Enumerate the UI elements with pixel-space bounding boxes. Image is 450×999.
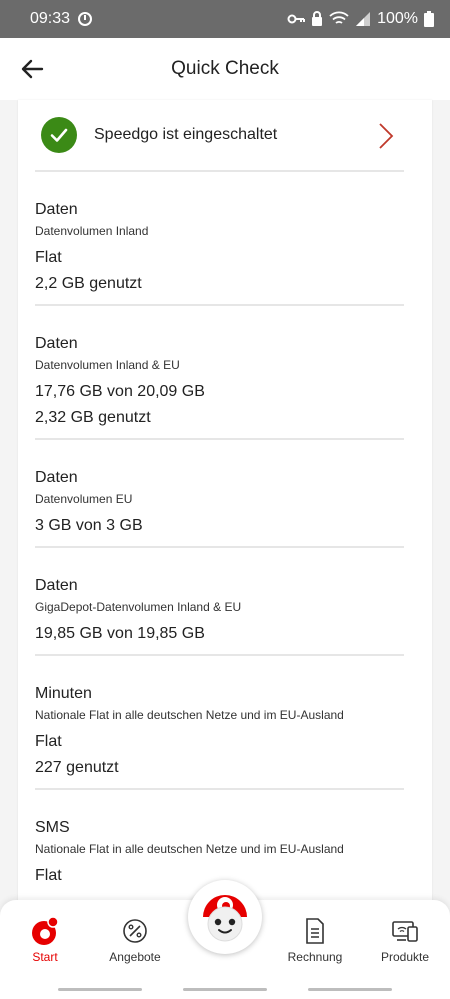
check-icon (41, 117, 77, 153)
speedgo-label: Speedgo ist eingeschaltet (94, 126, 278, 143)
nav-rechnung-label: Rechnung (287, 950, 343, 964)
item-value: 17,76 GB von 20,09 GB (35, 383, 205, 400)
item-title: Daten (35, 577, 78, 594)
speedgo-row[interactable]: Speedgo ist eingeschaltet (35, 100, 404, 172)
system-nav-bar (0, 980, 450, 999)
item-title: Daten (35, 469, 78, 486)
system-nav-handle (308, 988, 392, 991)
item-value: 19,85 GB von 19,85 GB (35, 625, 205, 642)
wifi-icon (329, 11, 349, 24)
item-title: Daten (35, 201, 78, 218)
key-icon (287, 14, 306, 24)
system-nav-handle (183, 988, 267, 991)
list-item: Daten Datenvolumen EU 3 GB von 3 GB (35, 440, 404, 548)
status-bar: 09:33 100% (0, 0, 450, 38)
item-subtitle: Datenvolumen Inland (35, 224, 149, 238)
tobi-icon (203, 895, 247, 942)
nav-start-label: Start (32, 950, 58, 964)
battery-text: 100% (377, 10, 418, 27)
back-arrow-icon[interactable] (18, 55, 46, 83)
lock-icon (312, 11, 323, 26)
alarm-icon (78, 12, 93, 26)
signal-icon (356, 12, 371, 26)
list-item: Daten GigaDepot-Datenvolumen Inland & EU… (35, 548, 404, 656)
system-nav-handle (58, 988, 142, 991)
list-item: Daten Datenvolumen Inland Flat 2,2 GB ge… (35, 172, 404, 306)
item-subtitle: Datenvolumen EU (35, 492, 133, 506)
chevron-right-icon (379, 123, 394, 149)
nav-produkte[interactable]: Produkte (360, 918, 450, 964)
devices-icon (392, 921, 418, 942)
nav-start[interactable]: Start (0, 916, 90, 964)
list-item: Daten Datenvolumen Inland & EU 17,76 GB … (35, 306, 404, 440)
page-title: Quick Check (171, 58, 279, 79)
battery-icon (424, 11, 434, 27)
percent-icon (123, 919, 147, 943)
nav-angebote[interactable]: Angebote (90, 918, 180, 964)
list-item: Minuten Nationale Flat in alle deutschen… (35, 656, 404, 790)
item-subtitle: GigaDepot-Datenvolumen Inland & EU (35, 600, 242, 614)
item-title: Minuten (35, 685, 92, 702)
item-value: 3 GB von 3 GB (35, 517, 143, 534)
status-right: 100% (287, 10, 434, 28)
item-subtitle: Datenvolumen Inland & EU (35, 358, 180, 372)
item-usage: 2,32 GB genutzt (35, 409, 151, 426)
quick-check-card: Speedgo ist eingeschaltet Daten Datenvol… (18, 100, 432, 910)
item-title: SMS (35, 819, 70, 836)
nav-angebote-label: Angebote (109, 950, 161, 964)
item-subtitle: Nationale Flat in alle deutschen Netze u… (35, 708, 344, 722)
tobi-button[interactable] (188, 880, 262, 954)
status-time: 09:33 (30, 10, 71, 27)
item-value: Flat (35, 733, 62, 750)
item-usage: 2,2 GB genutzt (35, 275, 142, 292)
vodafone-icon (32, 916, 59, 945)
item-subtitle: Nationale Flat in alle deutschen Netze u… (35, 842, 344, 856)
nav-produkte-label: Produkte (380, 950, 430, 964)
item-title: Daten (35, 335, 78, 352)
app-bar: Quick Check (0, 38, 450, 100)
item-value: Flat (35, 249, 62, 266)
nav-rechnung[interactable]: Rechnung (270, 918, 360, 964)
item-usage: 227 genutzt (35, 759, 119, 776)
document-icon (306, 918, 324, 944)
